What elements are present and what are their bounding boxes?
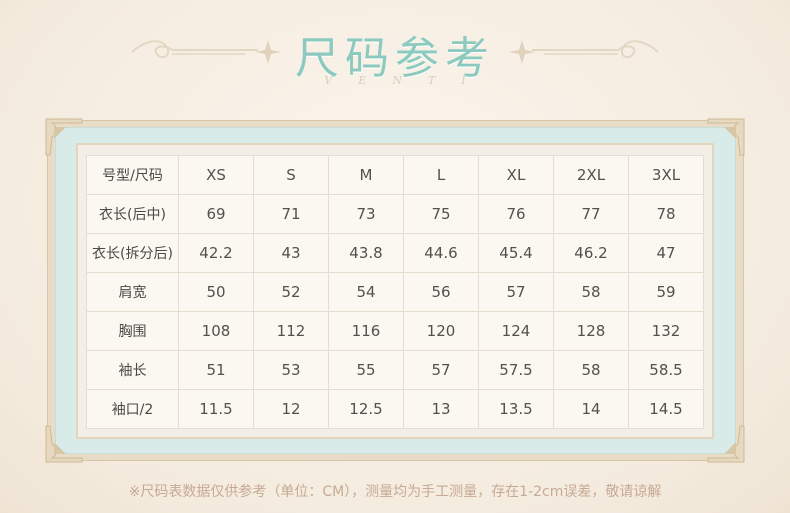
header-cell: L xyxy=(403,155,479,195)
table-cell: 71 xyxy=(253,194,329,234)
table-cell: 116 xyxy=(328,311,404,351)
table-cell: 77 xyxy=(553,194,629,234)
table-cell: 50 xyxy=(178,272,254,312)
table-cell: 75 xyxy=(403,194,479,234)
table-cell: 124 xyxy=(478,311,554,351)
table-cell: 43.8 xyxy=(328,233,404,273)
row-label: 胸围 xyxy=(86,311,179,351)
right-flourish-ornament xyxy=(509,40,659,64)
row-label: 袖口/2 xyxy=(86,389,179,429)
table-cell: 44.6 xyxy=(403,233,479,273)
table-row: 肩宽 50 52 54 56 57 58 59 xyxy=(86,272,704,312)
table-cell: 42.2 xyxy=(178,233,254,273)
table-cell: 57 xyxy=(478,272,554,312)
table-cell: 55 xyxy=(328,350,404,390)
table-row: 胸围 108 112 116 120 124 128 132 xyxy=(86,311,704,351)
corner-ornament-icon xyxy=(45,118,83,156)
table-cell: 11.5 xyxy=(178,389,254,429)
table-cell: 46.2 xyxy=(553,233,629,273)
table-cell: 12 xyxy=(253,389,329,429)
table-cell: 53 xyxy=(253,350,329,390)
table-cell: 58 xyxy=(553,350,629,390)
corner-ornament-icon xyxy=(45,425,83,463)
header: 尺码参考 VENTI xyxy=(0,0,790,110)
table-cell: 57.5 xyxy=(478,350,554,390)
header-cell: 号型/尺码 xyxy=(86,155,179,195)
table-cell: 76 xyxy=(478,194,554,234)
row-label: 袖长 xyxy=(86,350,179,390)
header-cell: M xyxy=(328,155,404,195)
row-label: 肩宽 xyxy=(86,272,179,312)
table-cell: 132 xyxy=(628,311,704,351)
table-cell: 52 xyxy=(253,272,329,312)
table-cell: 120 xyxy=(403,311,479,351)
header-cell: 3XL xyxy=(628,155,704,195)
table-row: 衣长(后中) 69 71 73 75 76 77 78 xyxy=(86,194,704,234)
table-row: 袖口/2 11.5 12 12.5 13 13.5 14 14.5 xyxy=(86,389,704,429)
corner-ornament-icon xyxy=(707,118,745,156)
row-label: 衣长(拆分后) xyxy=(86,233,179,273)
table-cell: 56 xyxy=(403,272,479,312)
page-subtitle: VENTI xyxy=(324,74,492,87)
table-cell: 51 xyxy=(178,350,254,390)
table-header-row: 号型/尺码 XS S M L XL 2XL 3XL xyxy=(86,155,704,195)
header-cell: XS xyxy=(178,155,254,195)
table-cell: 69 xyxy=(178,194,254,234)
header-cell: 2XL xyxy=(553,155,629,195)
table-cell: 128 xyxy=(553,311,629,351)
footnote: ※尺码表数据仅供参考（单位：CM），测量均为手工测量，存在1-2cm误差，敬请谅… xyxy=(128,484,662,500)
table-cell: 73 xyxy=(328,194,404,234)
table-row: 袖长 51 53 55 57 57.5 58 58.5 xyxy=(86,350,704,390)
table-cell: 14 xyxy=(553,389,629,429)
header-cell: S xyxy=(253,155,329,195)
table-cell: 58.5 xyxy=(628,350,704,390)
table-cell: 12.5 xyxy=(328,389,404,429)
table-cell: 112 xyxy=(253,311,329,351)
table-cell: 108 xyxy=(178,311,254,351)
corner-ornament-icon xyxy=(707,425,745,463)
table-row: 衣长(拆分后) 42.2 43 43.8 44.6 45.4 46.2 47 xyxy=(86,233,704,273)
table-cell: 13.5 xyxy=(478,389,554,429)
row-label: 衣长(后中) xyxy=(86,194,179,234)
table-cell: 57 xyxy=(403,350,479,390)
table-cell: 45.4 xyxy=(478,233,554,273)
header-cell: XL xyxy=(478,155,554,195)
table-cell: 14.5 xyxy=(628,389,704,429)
table-cell: 47 xyxy=(628,233,704,273)
table-cell: 78 xyxy=(628,194,704,234)
size-chart-table: 号型/尺码 XS S M L XL 2XL 3XL 衣长(后中) 69 71 7… xyxy=(86,155,704,429)
table-cell: 58 xyxy=(553,272,629,312)
table-cell: 13 xyxy=(403,389,479,429)
table-cell: 54 xyxy=(328,272,404,312)
table-cell: 43 xyxy=(253,233,329,273)
table-cell: 59 xyxy=(628,272,704,312)
